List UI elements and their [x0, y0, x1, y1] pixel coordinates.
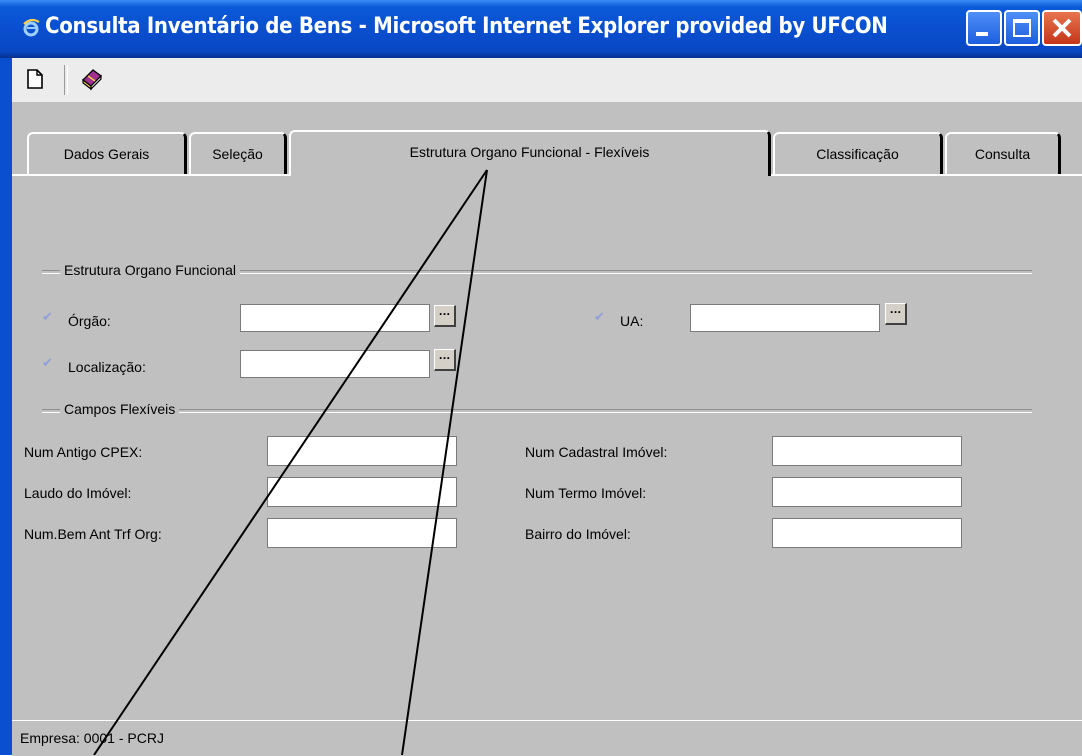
maximize-button[interactable]: [1004, 10, 1040, 46]
minimize-icon: [976, 32, 988, 36]
num-antigo-cpex-label: Num Antigo CPEX:: [24, 444, 143, 460]
tab-estrutura-flexiveis[interactable]: Estrutura Organo Funcional - Flexíveis: [289, 130, 771, 176]
tab-dados-gerais[interactable]: Dados Gerais: [27, 132, 187, 174]
close-button[interactable]: [1042, 10, 1082, 46]
maximize-icon: [1013, 19, 1031, 37]
num-bem-ant-trf-org-label: Num.Bem Ant Trf Org:: [24, 526, 162, 542]
ua-label: UA:: [620, 313, 644, 329]
num-cadastral-imovel-input[interactable]: [772, 436, 962, 466]
main-content: Dados Gerais Seleção Estrutura Organo Fu…: [12, 102, 1082, 720]
required-check-icon: ✔: [42, 310, 53, 325]
section-divider-flexiveis: [42, 409, 1032, 413]
section-title-estrutura: Estrutura Organo Funcional: [60, 262, 240, 278]
status-text: Empresa: 0001 - PCRJ: [20, 730, 164, 746]
window-title: Consulta Inventário de Bens - Microsoft …: [45, 14, 888, 39]
title-bar[interactable]: Consulta Inventário de Bens - Microsoft …: [0, 0, 1082, 58]
orgao-lookup-button[interactable]: ...: [434, 305, 456, 327]
bairro-imovel-input[interactable]: [772, 518, 962, 548]
orgao-input[interactable]: [240, 304, 430, 332]
minimize-button[interactable]: [966, 10, 1002, 46]
tab-classificacao[interactable]: Classificação: [773, 132, 943, 174]
localizacao-input[interactable]: [240, 350, 430, 378]
tab-consulta[interactable]: Consulta: [945, 132, 1061, 174]
num-antigo-cpex-input[interactable]: [267, 436, 457, 466]
toolbar: [12, 58, 1082, 103]
browser-window: Consulta Inventário de Bens - Microsoft …: [0, 0, 1082, 756]
new-document-icon[interactable]: [27, 69, 43, 89]
localizacao-lookup-button[interactable]: ...: [434, 349, 456, 371]
close-icon: [1052, 18, 1072, 38]
ua-input[interactable]: [690, 304, 880, 332]
required-check-icon: ✔: [594, 310, 605, 325]
toolbar-separator: [64, 65, 68, 95]
book-icon[interactable]: [80, 67, 104, 91]
window-frame-left: [0, 58, 12, 755]
num-bem-ant-trf-org-input[interactable]: [267, 518, 457, 548]
localizacao-label: Localização:: [68, 359, 146, 375]
orgao-label: Órgão:: [68, 313, 111, 329]
laudo-imovel-label: Laudo do Imóvel:: [24, 485, 132, 501]
status-bar: Empresa: 0001 - PCRJ: [12, 720, 1082, 756]
section-title-flexiveis: Campos Flexíveis: [60, 401, 180, 417]
tab-selecao[interactable]: Seleção: [189, 132, 287, 174]
num-termo-imovel-input[interactable]: [772, 477, 962, 507]
required-check-icon: ✔: [42, 356, 53, 371]
ua-lookup-button[interactable]: ...: [885, 303, 907, 325]
bairro-imovel-label: Bairro do Imóvel:: [525, 526, 631, 542]
laudo-imovel-input[interactable]: [267, 477, 457, 507]
num-cadastral-imovel-label: Num Cadastral Imóvel:: [525, 444, 668, 460]
num-termo-imovel-label: Num Termo Imóvel:: [525, 485, 647, 501]
internet-explorer-icon: [23, 18, 40, 37]
